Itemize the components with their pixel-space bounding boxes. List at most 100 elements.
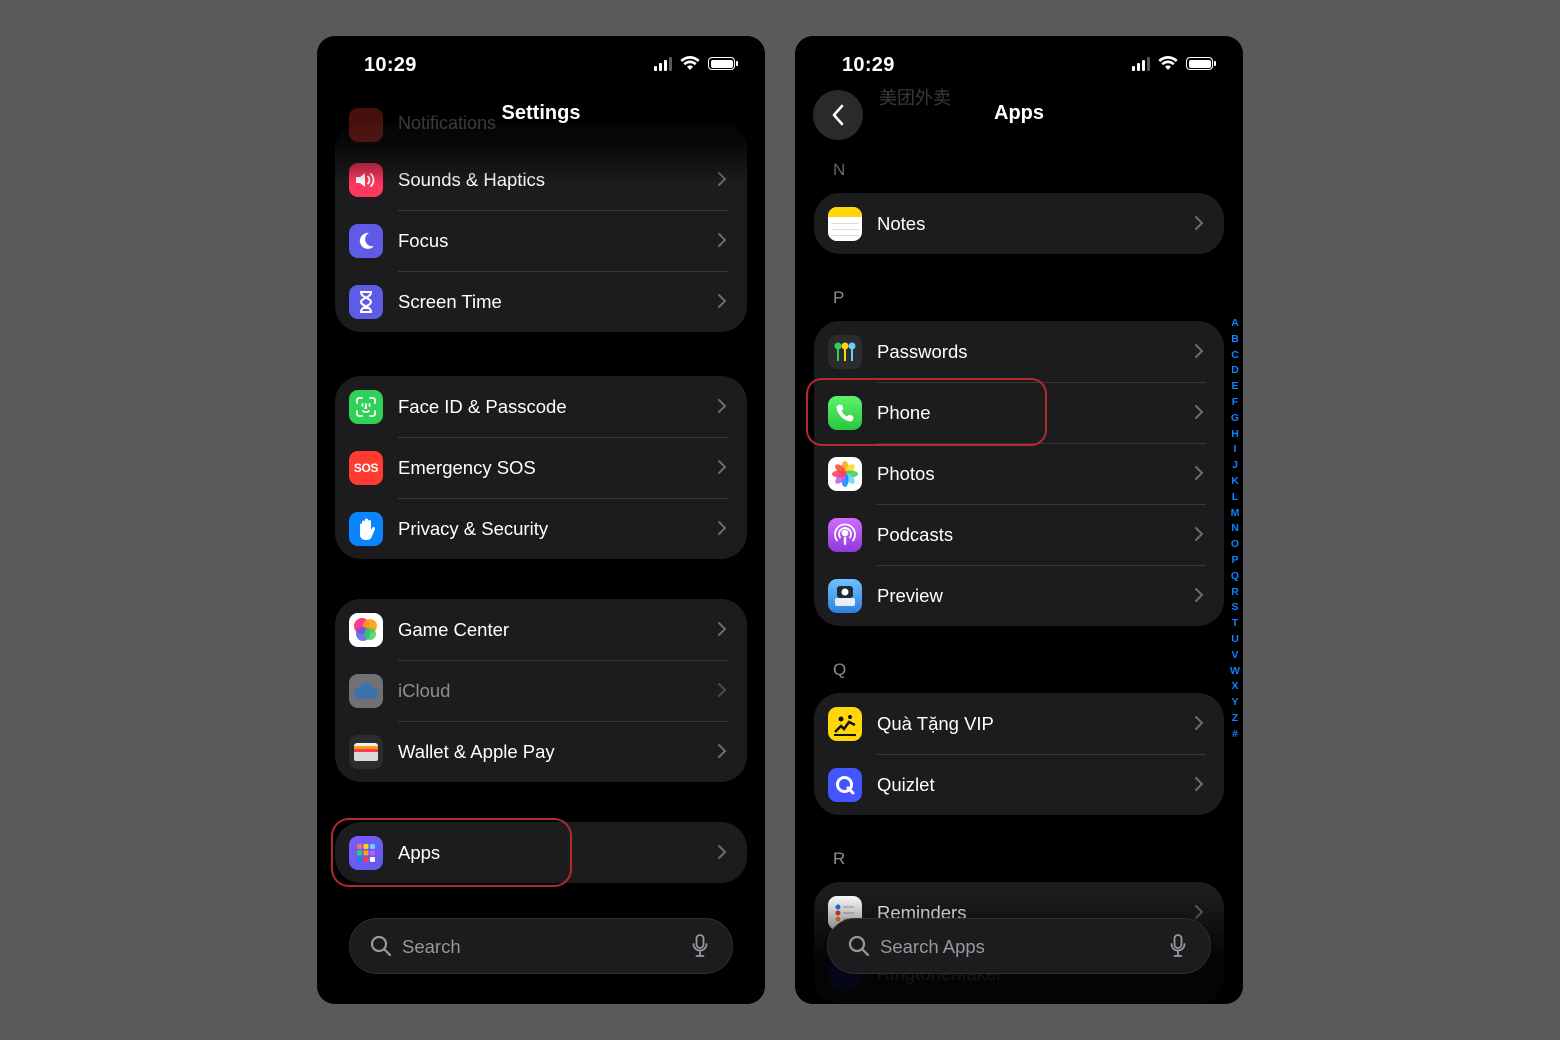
index-letter[interactable]: X: [1231, 679, 1238, 695]
sidebar-item-apps[interactable]: Apps: [335, 822, 747, 883]
microphone-icon[interactable]: [1170, 934, 1186, 958]
index-letter[interactable]: F: [1232, 395, 1238, 411]
index-letter[interactable]: L: [1232, 490, 1238, 506]
search-placeholder: Search Apps: [880, 936, 985, 957]
index-letter[interactable]: V: [1231, 648, 1238, 664]
index-letter[interactable]: R: [1231, 585, 1239, 601]
row-label: Game Center: [398, 618, 510, 640]
sidebar-item-wallet[interactable]: Wallet & Apple Pay: [335, 721, 747, 782]
row-label: Podcasts: [877, 523, 954, 545]
index-letter[interactable]: C: [1231, 348, 1239, 364]
index-letter[interactable]: P: [1231, 553, 1238, 569]
index-letter[interactable]: W: [1230, 664, 1240, 680]
page-title: Settings: [501, 102, 581, 124]
chevron-right-icon: [718, 521, 727, 535]
index-letter[interactable]: S: [1231, 600, 1238, 616]
sidebar-item-face-id[interactable]: Face ID & Passcode: [335, 376, 747, 437]
chevron-right-icon: [1195, 405, 1204, 419]
sidebar-item-screen-time[interactable]: Screen Time: [335, 271, 747, 332]
app-row-podcasts[interactable]: Podcasts: [814, 504, 1224, 565]
search-bar[interactable]: Search: [349, 918, 733, 974]
app-row-preview[interactable]: Preview: [814, 565, 1224, 626]
index-letter[interactable]: O: [1231, 537, 1239, 553]
apps-group-q: Quà Tặng VIP Quizlet: [814, 693, 1224, 815]
sidebar-item-focus[interactable]: Focus: [335, 210, 747, 271]
apps-grid-icon: [349, 836, 383, 870]
qua-tang-vip-icon: [828, 707, 862, 741]
sidebar-item-icloud[interactable]: iCloud: [335, 660, 747, 721]
settings-group-1: Sounds & Haptics Focus Screen Time: [335, 123, 747, 332]
sos-icon: SOS: [349, 451, 383, 485]
notes-icon: [828, 207, 862, 241]
index-letter[interactable]: Y: [1231, 695, 1238, 711]
apps-screen: 10:29 美团外卖 Apps N Notes P Passwords Phon…: [795, 36, 1243, 1004]
index-letter[interactable]: J: [1232, 458, 1238, 474]
face-id-icon: [349, 390, 383, 424]
chevron-right-icon: [1195, 588, 1204, 602]
app-row-passwords[interactable]: Passwords: [814, 321, 1224, 382]
index-letter[interactable]: N: [1231, 521, 1239, 537]
sidebar-item-game-center[interactable]: Game Center: [335, 599, 747, 660]
cloud-icon: [349, 674, 383, 708]
cellular-signal-icon: [1132, 56, 1150, 71]
game-center-icon: [349, 613, 383, 647]
wallet-icon: [349, 735, 383, 769]
chevron-right-icon: [718, 683, 727, 697]
search-icon: [848, 935, 870, 957]
row-label: Sounds & Haptics: [398, 168, 546, 190]
app-row-qua-tang-vip[interactable]: Quà Tặng VIP: [814, 693, 1224, 754]
row-label: Passwords: [877, 340, 968, 362]
sidebar-item-emergency-sos[interactable]: SOS Emergency SOS: [335, 437, 747, 498]
microphone-icon[interactable]: [692, 934, 708, 958]
index-letter[interactable]: #: [1232, 727, 1238, 743]
chevron-right-icon: [718, 622, 727, 636]
quizlet-icon: [828, 768, 862, 802]
section-header-p: P: [833, 288, 845, 307]
page-title: Apps: [994, 102, 1044, 124]
alphabet-index[interactable]: A B C D E F G H I J K L M N O P Q R S T U V W X Y Z #: [1228, 316, 1242, 743]
row-label: Notes: [877, 212, 926, 234]
app-row-photos[interactable]: Photos: [814, 443, 1224, 504]
index-letter[interactable]: D: [1231, 363, 1239, 379]
passwords-icon: [828, 335, 862, 369]
index-letter[interactable]: U: [1231, 632, 1239, 648]
index-letter[interactable]: H: [1231, 427, 1239, 443]
hourglass-icon: [349, 285, 383, 319]
wifi-icon: [1158, 56, 1178, 70]
cellular-signal-icon: [654, 56, 672, 71]
search-icon: [370, 935, 392, 957]
index-letter[interactable]: Q: [1231, 569, 1239, 585]
sidebar-item-privacy-security[interactable]: Privacy & Security: [335, 498, 747, 559]
index-letter[interactable]: T: [1232, 616, 1238, 632]
chevron-right-icon: [1195, 466, 1204, 480]
app-row-phone[interactable]: Phone: [814, 382, 1224, 443]
index-letter[interactable]: E: [1231, 379, 1238, 395]
search-apps-bar[interactable]: Search Apps: [827, 918, 1211, 974]
index-letter[interactable]: A: [1231, 316, 1239, 332]
index-letter[interactable]: Z: [1232, 711, 1238, 727]
app-row-notes[interactable]: Notes: [814, 193, 1224, 254]
preview-icon: [828, 579, 862, 613]
row-label: iCloud: [398, 679, 451, 701]
index-letter[interactable]: I: [1234, 442, 1237, 458]
section-header-n: N: [833, 160, 846, 179]
settings-group-4: Apps: [335, 822, 747, 883]
apps-group-p: Passwords Phone Photos Podcasts Preview: [814, 321, 1224, 626]
search-placeholder: Search: [402, 936, 461, 957]
index-letter[interactable]: M: [1231, 506, 1240, 522]
chevron-right-icon: [718, 460, 727, 474]
app-row-quizlet[interactable]: Quizlet: [814, 754, 1224, 815]
chevron-right-icon: [718, 744, 727, 758]
index-letter[interactable]: B: [1231, 332, 1239, 348]
status-bar: 10:29: [317, 36, 765, 96]
sidebar-item-sounds-haptics[interactable]: Sounds & Haptics: [335, 149, 747, 210]
index-letter[interactable]: K: [1231, 474, 1239, 490]
row-label: Focus: [398, 229, 449, 251]
phone-icon: [828, 396, 862, 430]
row-label: Preview: [877, 584, 943, 606]
speaker-icon: [349, 163, 383, 197]
chevron-right-icon: [718, 399, 727, 413]
index-letter[interactable]: G: [1231, 411, 1239, 427]
chevron-right-icon: [1195, 716, 1204, 730]
chevron-right-icon: [1195, 344, 1204, 358]
